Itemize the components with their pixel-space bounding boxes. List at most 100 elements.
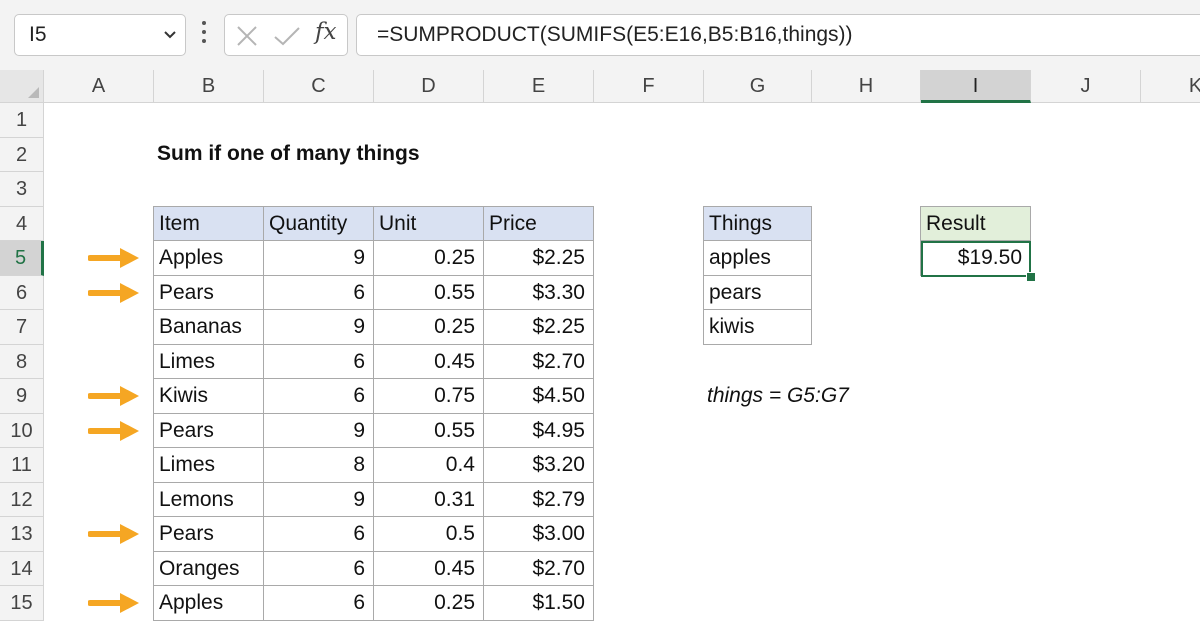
row-header-9[interactable]: 9 bbox=[0, 379, 44, 414]
table-cell[interactable]: Limes bbox=[153, 447, 264, 483]
things-header[interactable]: Things bbox=[703, 205, 812, 241]
column-header-j[interactable]: J bbox=[1031, 70, 1141, 103]
table-cell[interactable]: $4.95 bbox=[483, 412, 594, 448]
formula-bar: I5 fx =SUMPRODUCT(SUMIFS(E5:E16,B5:B16,t… bbox=[0, 0, 1200, 70]
table-cell[interactable]: $2.70 bbox=[483, 343, 594, 379]
table-cell[interactable]: 6 bbox=[263, 274, 374, 310]
row-header-11[interactable]: 11 bbox=[0, 448, 44, 483]
table-cell[interactable]: Pears bbox=[153, 274, 264, 310]
things-item[interactable]: apples bbox=[703, 240, 812, 276]
table-cell[interactable]: 0.4 bbox=[373, 447, 484, 483]
table-cell[interactable]: 0.75 bbox=[373, 378, 484, 414]
table-cell[interactable]: 0.55 bbox=[373, 274, 484, 310]
table-cell[interactable]: Kiwis bbox=[153, 378, 264, 414]
table-cell[interactable]: 6 bbox=[263, 550, 374, 586]
table-cell[interactable]: 0.25 bbox=[373, 240, 484, 276]
table-cell[interactable]: Oranges bbox=[153, 550, 264, 586]
table-cell[interactable]: Apples bbox=[153, 585, 264, 621]
table-cell[interactable]: 0.45 bbox=[373, 343, 484, 379]
table-cell[interactable]: 0.25 bbox=[373, 309, 484, 345]
column-header-a[interactable]: A bbox=[44, 70, 154, 103]
table-cell[interactable]: 9 bbox=[263, 481, 374, 517]
things-item[interactable]: kiwis bbox=[703, 309, 812, 345]
chevron-down-icon[interactable] bbox=[163, 30, 177, 40]
table-cell[interactable]: $2.25 bbox=[483, 309, 594, 345]
table-cell[interactable]: Limes bbox=[153, 343, 264, 379]
insert-function-icon[interactable]: fx bbox=[315, 19, 336, 45]
cancel-icon[interactable] bbox=[235, 25, 259, 47]
table-cell[interactable]: 8 bbox=[263, 447, 374, 483]
column-header-c[interactable]: C bbox=[264, 70, 374, 103]
table-cell[interactable]: 6 bbox=[263, 378, 374, 414]
checkmark-icon[interactable] bbox=[273, 25, 301, 47]
table-cell[interactable]: 0.25 bbox=[373, 585, 484, 621]
table-cell[interactable]: 0.31 bbox=[373, 481, 484, 517]
table-cell[interactable]: Pears bbox=[153, 516, 264, 552]
things-item[interactable]: pears bbox=[703, 274, 812, 310]
table-cell[interactable]: $3.20 bbox=[483, 447, 594, 483]
row-header-6[interactable]: 6 bbox=[0, 275, 44, 310]
select-all-corner[interactable] bbox=[0, 70, 44, 103]
table-header-cell[interactable]: Quantity bbox=[263, 205, 374, 241]
arrow-right-icon bbox=[88, 593, 139, 613]
row-header-15[interactable]: 15 bbox=[0, 586, 44, 621]
spreadsheet-grid[interactable]: ABCDEFGHIJK 1 2 3 4 5 6 7 8 9 10 11 12 13 14 15 Sum if… bbox=[0, 70, 1200, 630]
table-header-cell[interactable]: Item bbox=[153, 205, 264, 241]
active-cell-selection[interactable] bbox=[921, 241, 1031, 277]
table-cell[interactable]: 6 bbox=[263, 585, 374, 621]
formula-input[interactable]: =SUMPRODUCT(SUMIFS(E5:E16,B5:B16,things)… bbox=[356, 14, 1200, 56]
table-cell[interactable]: $4.50 bbox=[483, 378, 594, 414]
table-cell[interactable]: $1.50 bbox=[483, 585, 594, 621]
formula-buttons: fx bbox=[224, 14, 348, 56]
table-cell[interactable]: Pears bbox=[153, 412, 264, 448]
row-header-2[interactable]: 2 bbox=[0, 137, 44, 172]
table-cell[interactable]: 0.55 bbox=[373, 412, 484, 448]
named-range-note[interactable]: things = G5:G7 bbox=[707, 384, 849, 408]
table-header-cell[interactable]: Unit bbox=[373, 205, 484, 241]
row-header-13[interactable]: 13 bbox=[0, 517, 44, 552]
fill-handle[interactable] bbox=[1026, 272, 1036, 282]
column-header-b[interactable]: B bbox=[154, 70, 264, 103]
column-header-f[interactable]: F bbox=[594, 70, 704, 103]
column-header-h[interactable]: H bbox=[812, 70, 921, 103]
row-header-5[interactable]: 5 bbox=[0, 241, 44, 276]
row-header-3[interactable]: 3 bbox=[0, 172, 44, 207]
table-header-cell[interactable]: Price bbox=[483, 205, 594, 241]
column-header-i[interactable]: I bbox=[921, 70, 1031, 103]
name-box[interactable]: I5 bbox=[14, 14, 186, 56]
more-options-icon[interactable] bbox=[201, 21, 207, 47]
row-header-12[interactable]: 12 bbox=[0, 482, 44, 517]
row-header-10[interactable]: 10 bbox=[0, 413, 44, 448]
column-header-g[interactable]: G bbox=[704, 70, 812, 103]
table-cell[interactable]: $2.70 bbox=[483, 550, 594, 586]
arrow-right-icon bbox=[88, 524, 139, 544]
row-header-7[interactable]: 7 bbox=[0, 310, 44, 345]
table-cell[interactable]: 0.5 bbox=[373, 516, 484, 552]
table-cell[interactable]: $2.79 bbox=[483, 481, 594, 517]
table-cell[interactable]: $3.00 bbox=[483, 516, 594, 552]
table-cell[interactable]: $2.25 bbox=[483, 240, 594, 276]
table-cell[interactable]: 6 bbox=[263, 343, 374, 379]
row-header-8[interactable]: 8 bbox=[0, 344, 44, 379]
table-cell[interactable]: 9 bbox=[263, 309, 374, 345]
table-cell[interactable]: Bananas bbox=[153, 309, 264, 345]
arrow-right-icon bbox=[88, 248, 139, 268]
name-box-value: I5 bbox=[29, 23, 47, 46]
table-cell[interactable]: 9 bbox=[263, 412, 374, 448]
sheet-title[interactable]: Sum if one of many things bbox=[157, 142, 420, 166]
table-cell[interactable]: 9 bbox=[263, 240, 374, 276]
column-header-d[interactable]: D bbox=[374, 70, 484, 103]
column-header-k[interactable]: K bbox=[1141, 70, 1200, 103]
result-header[interactable]: Result bbox=[920, 205, 1031, 241]
row-header-14[interactable]: 14 bbox=[0, 551, 44, 586]
row-header-1[interactable]: 1 bbox=[0, 103, 44, 138]
row-header-4[interactable]: 4 bbox=[0, 206, 44, 241]
table-cell[interactable]: $3.30 bbox=[483, 274, 594, 310]
table-cell[interactable]: 0.45 bbox=[373, 550, 484, 586]
arrow-right-icon bbox=[88, 386, 139, 406]
table-cell[interactable]: 6 bbox=[263, 516, 374, 552]
arrow-right-icon bbox=[88, 420, 139, 441]
table-cell[interactable]: Apples bbox=[153, 240, 264, 276]
table-cell[interactable]: Lemons bbox=[153, 481, 264, 517]
column-header-e[interactable]: E bbox=[484, 70, 594, 103]
